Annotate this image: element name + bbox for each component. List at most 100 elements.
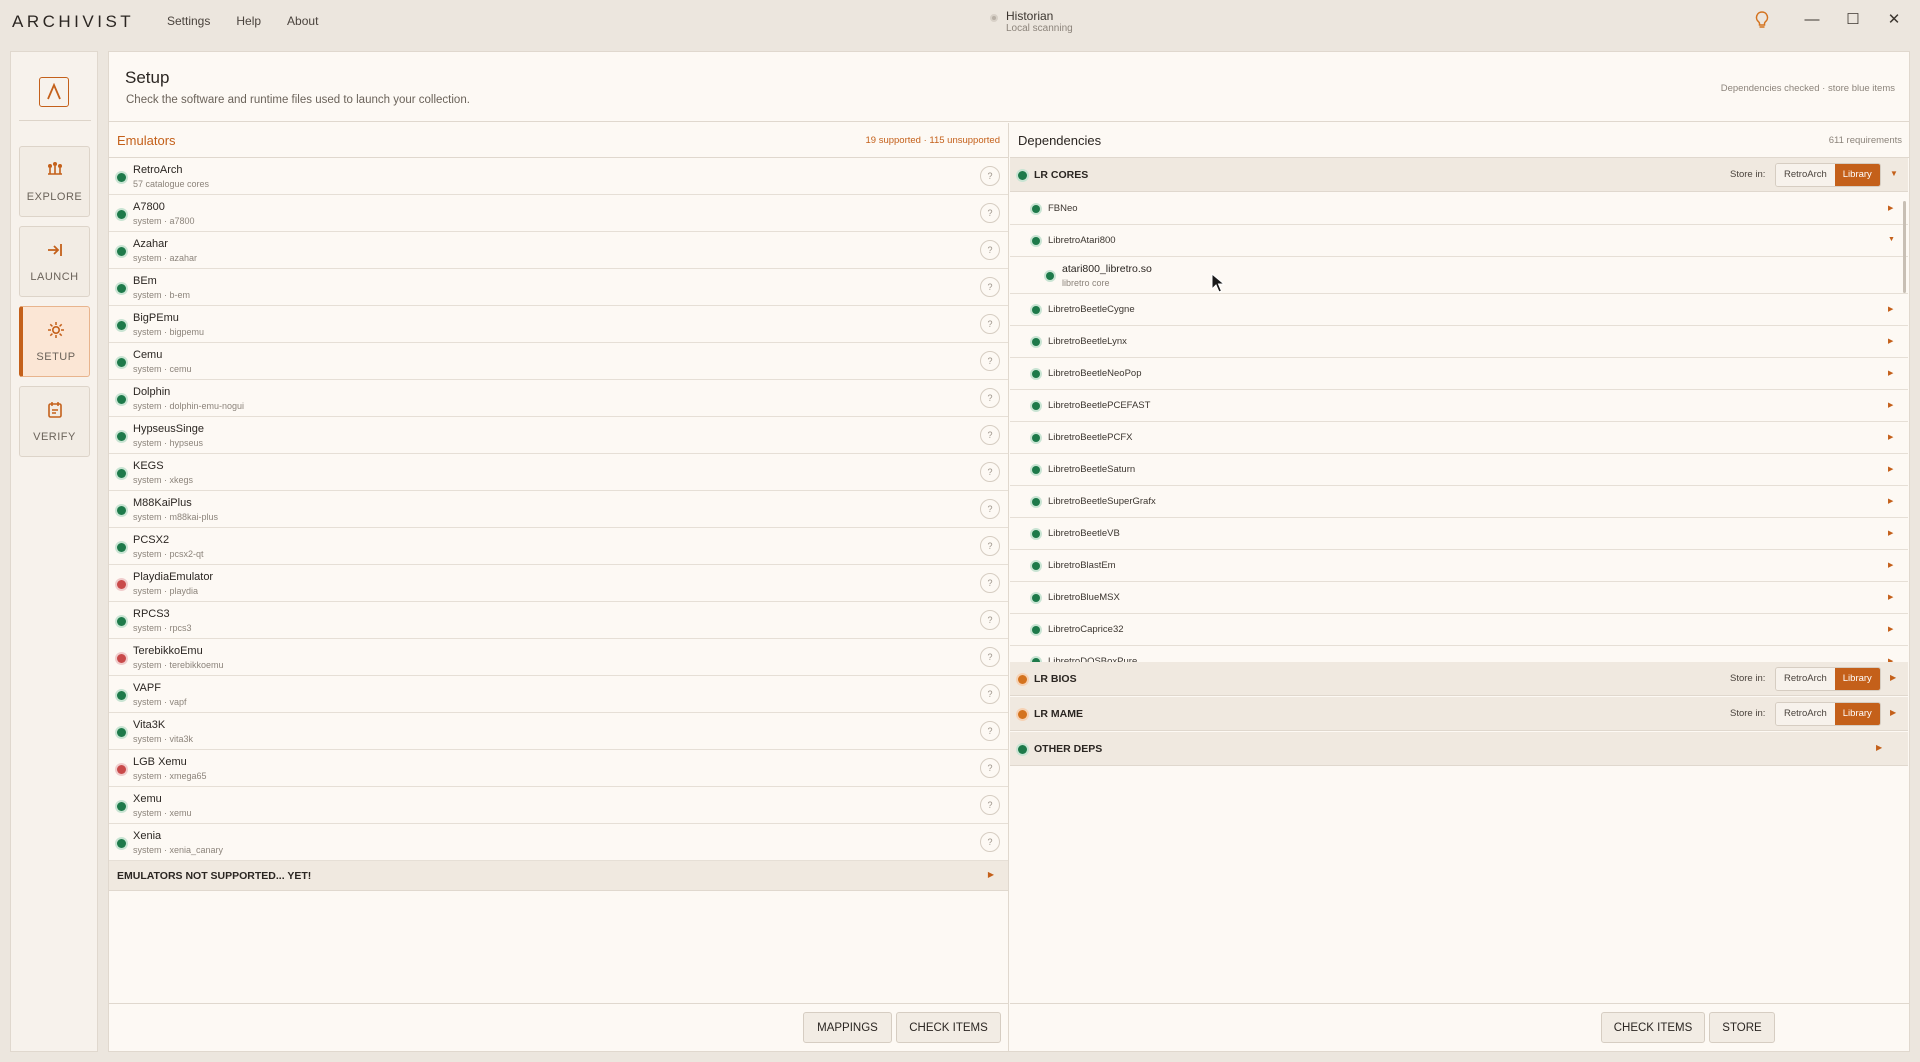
emulator-row[interactable]: BigPEmu system · bigpemu? <box>109 306 1008 343</box>
help-icon[interactable]: ? <box>980 277 1000 297</box>
help-icon[interactable]: ? <box>980 166 1000 186</box>
help-icon[interactable]: ? <box>980 314 1000 334</box>
help-icon[interactable]: ? <box>980 240 1000 260</box>
core-row[interactable]: LibretroBeetleLynx ▶ <box>1010 326 1908 358</box>
help-icon[interactable]: ? <box>980 499 1000 519</box>
emulator-row[interactable]: VAPF system · vapf? <box>109 676 1008 713</box>
help-icon[interactable]: ? <box>980 573 1000 593</box>
core-row[interactable]: LibretroBeetleCygne ▶ <box>1010 294 1908 326</box>
menu-help[interactable]: Help <box>236 14 261 28</box>
core-row[interactable]: LibretroBeetleNeoPop ▶ <box>1010 358 1908 390</box>
sidebar-item-launch[interactable]: LAUNCH <box>19 226 90 297</box>
status-dot <box>1032 466 1040 474</box>
chevron-right-icon[interactable]: ▶ <box>1888 204 1893 212</box>
chevron-right-icon[interactable]: ▶ <box>1890 708 1896 717</box>
emulator-row[interactable]: Xenia system · xenia_canary? <box>109 824 1008 861</box>
profile-selector[interactable]: Historian Local scanning <box>990 9 1073 34</box>
help-icon[interactable]: ? <box>980 425 1000 445</box>
sidebar-item-verify[interactable]: VERIFY <box>19 386 90 457</box>
core-row[interactable]: LibretroAtari800 ▼ <box>1010 225 1908 257</box>
maximize-icon[interactable]: ☐ <box>1843 10 1863 30</box>
help-icon[interactable]: ? <box>980 832 1000 852</box>
help-icon[interactable]: ? <box>980 536 1000 556</box>
sidebar-item-setup[interactable]: SETUP <box>19 306 90 377</box>
emulator-row[interactable]: Vita3K system · vita3k? <box>109 713 1008 750</box>
emulator-row[interactable]: LGB Xemu system · xmega65? <box>109 750 1008 787</box>
chevron-right-icon[interactable]: ▶ <box>1888 593 1893 601</box>
store-retroarch-option[interactable]: RetroArch <box>1776 164 1835 186</box>
store-library-option[interactable]: Library <box>1834 703 1880 725</box>
chevron-right-icon[interactable]: ▶ <box>1890 673 1896 682</box>
lightbulb-icon[interactable] <box>1752 11 1772 31</box>
chevron-right-icon[interactable]: ▶ <box>1888 625 1893 633</box>
core-row[interactable]: LibretroBlastEm ▶ <box>1010 550 1908 582</box>
core-row[interactable]: LibretroBeetleSuperGrafx ▶ <box>1010 486 1908 518</box>
core-file-row[interactable]: atari800_libretro.so libretro core <box>1010 257 1908 294</box>
chevron-right-icon[interactable]: ▶ <box>1888 305 1893 313</box>
emulators-count: 19 supported · 115 unsupported <box>865 135 1000 146</box>
emulator-row[interactable]: BEm system · b-em? <box>109 269 1008 306</box>
chevron-right-icon[interactable]: ▶ <box>1888 465 1893 473</box>
close-icon[interactable]: ✕ <box>1884 10 1904 30</box>
emulator-row[interactable]: A7800 system · a7800? <box>109 195 1008 232</box>
core-row[interactable]: LibretroBeetleVB ▶ <box>1010 518 1908 550</box>
chevron-down-icon[interactable]: ▼ <box>1888 236 1895 243</box>
emulator-row[interactable]: Cemu system · cemu? <box>109 343 1008 380</box>
help-icon[interactable]: ? <box>980 203 1000 223</box>
core-row[interactable]: LibretroDOSBoxPure ▶ <box>1010 646 1908 662</box>
emulator-row[interactable]: RPCS3 system · rpcs3? <box>109 602 1008 639</box>
help-icon[interactable]: ? <box>980 647 1000 667</box>
group-lr-bios[interactable]: LR BIOS Store in: RetroArch Library ▶ <box>1010 662 1908 696</box>
emulator-row[interactable]: HypseusSinge system · hypseus? <box>109 417 1008 454</box>
chevron-right-icon[interactable]: ▶ <box>1888 529 1893 537</box>
check-items-button[interactable]: CHECK ITEMS <box>1601 1012 1705 1043</box>
core-row[interactable]: LibretroBeetlePCEFAST ▶ <box>1010 390 1908 422</box>
chevron-right-icon[interactable]: ▶ <box>1888 561 1893 569</box>
chevron-right-icon[interactable]: ▶ <box>1876 743 1882 752</box>
core-list-scrollbar[interactable] <box>1903 201 1906 293</box>
emulator-row[interactable]: M88KaiPlus system · m88kai-plus? <box>109 491 1008 528</box>
core-row[interactable]: LibretroBeetleSaturn ▶ <box>1010 454 1908 486</box>
chevron-right-icon[interactable]: ▶ <box>1888 497 1893 505</box>
emulator-row[interactable]: PCSX2 system · pcsx2-qt? <box>109 528 1008 565</box>
group-lr-cores[interactable]: LR CORES Store in: RetroArch Library ▼ <box>1010 158 1908 192</box>
chevron-down-icon[interactable]: ▼ <box>1890 169 1898 178</box>
chevron-right-icon[interactable]: ▶ <box>1888 401 1893 409</box>
help-icon[interactable]: ? <box>980 684 1000 704</box>
store-library-option[interactable]: Library <box>1834 668 1880 690</box>
core-row[interactable]: FBNeo ▶ <box>1010 193 1908 225</box>
help-icon[interactable]: ? <box>980 462 1000 482</box>
emulator-row[interactable]: Azahar system · azahar? <box>109 232 1008 269</box>
check-items-button[interactable]: CHECK ITEMS <box>896 1012 1001 1043</box>
emulator-row[interactable]: RetroArch 57 catalogue cores? <box>109 158 1008 195</box>
menu-about[interactable]: About <box>287 14 318 28</box>
core-row[interactable]: LibretroCaprice32 ▶ <box>1010 614 1908 646</box>
store-button[interactable]: STORE <box>1709 1012 1775 1043</box>
store-retroarch-option[interactable]: RetroArch <box>1776 668 1835 690</box>
emulator-row[interactable]: PlaydiaEmulator system · playdia? <box>109 565 1008 602</box>
group-lr-mame[interactable]: LR MAME Store in: RetroArch Library ▶ <box>1010 697 1908 731</box>
emulator-row[interactable]: KEGS system · xkegs? <box>109 454 1008 491</box>
help-icon[interactable]: ? <box>980 388 1000 408</box>
chevron-right-icon[interactable]: ▶ <box>1888 369 1893 377</box>
core-row[interactable]: LibretroBlueMSX ▶ <box>1010 582 1908 614</box>
emulator-row[interactable]: Dolphin system · dolphin-emu-nogui? <box>109 380 1008 417</box>
emulator-row[interactable]: TerebikkoEmu system · terebikkoemu? <box>109 639 1008 676</box>
chevron-right-icon[interactable]: ▶ <box>1888 433 1893 441</box>
help-icon[interactable]: ? <box>980 795 1000 815</box>
store-retroarch-option[interactable]: RetroArch <box>1776 703 1835 725</box>
core-row[interactable]: LibretroBeetlePCFX ▶ <box>1010 422 1908 454</box>
sidebar-item-explore[interactable]: EXPLORE <box>19 146 90 217</box>
help-icon[interactable]: ? <box>980 721 1000 741</box>
mappings-button[interactable]: MAPPINGS <box>803 1012 892 1043</box>
help-icon[interactable]: ? <box>980 758 1000 778</box>
emulator-row[interactable]: Xemu system · xemu? <box>109 787 1008 824</box>
minimize-icon[interactable]: — <box>1802 10 1822 30</box>
menu-settings[interactable]: Settings <box>167 14 210 28</box>
help-icon[interactable]: ? <box>980 610 1000 630</box>
chevron-right-icon[interactable]: ▶ <box>1888 337 1893 345</box>
store-library-option[interactable]: Library <box>1834 164 1880 186</box>
help-icon[interactable]: ? <box>980 351 1000 371</box>
unsupported-emulators-section[interactable]: EMULATORS NOT SUPPORTED... YET! ▶ <box>109 861 1008 891</box>
group-other-deps[interactable]: OTHER DEPS ▶ <box>1010 732 1908 766</box>
